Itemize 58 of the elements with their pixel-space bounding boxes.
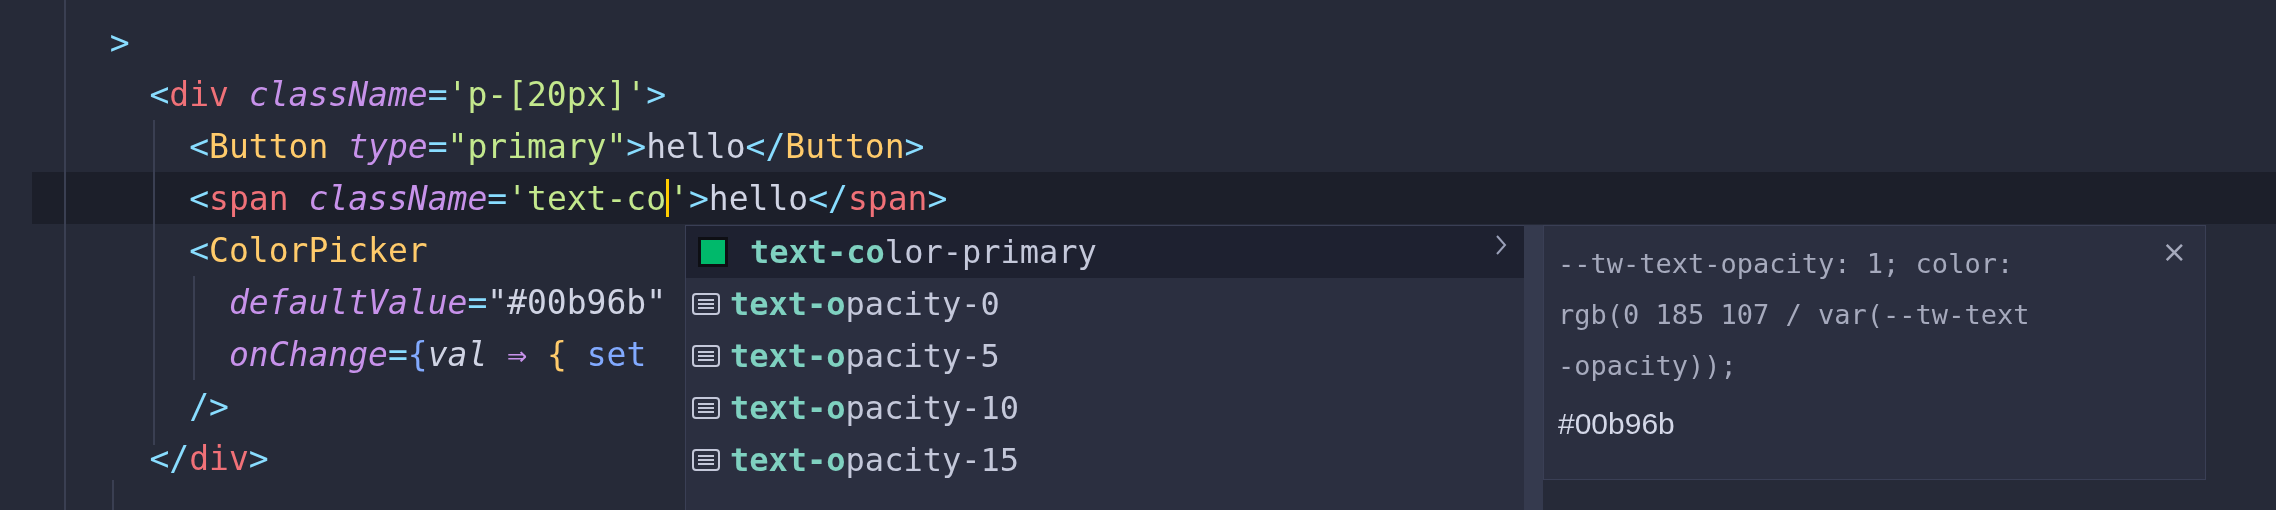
code-token: ColorPicker — [209, 230, 428, 270]
code-token: 'p-[20px]' — [447, 74, 647, 114]
code-token: > — [646, 74, 667, 114]
code-token: Button — [209, 126, 329, 166]
code-token: = — [387, 334, 408, 374]
code-token: < — [189, 230, 210, 270]
code-token: </ — [149, 438, 190, 478]
list-icon — [692, 397, 720, 419]
code-token: > — [109, 22, 130, 62]
code-token: ' — [669, 178, 689, 218]
code-token: div — [189, 438, 249, 478]
code-token: = — [487, 178, 508, 218]
code-token: span — [847, 178, 928, 218]
code-token: < — [149, 74, 170, 114]
list-icon — [692, 293, 720, 315]
code-token: = — [427, 126, 448, 166]
code-token: 'text-co — [507, 178, 667, 218]
code-token: onChange — [228, 334, 388, 374]
suggestion-item[interactable]: text-color-primary — [686, 226, 1525, 278]
css-declaration: --tw-text-opacity: 1; color: rgb(0 185 107 / var(--tw-text-opacity)); — [1558, 247, 2031, 383]
code-token: "#00b96b" — [487, 282, 667, 322]
code-token: > — [626, 126, 647, 166]
color-value: #00b96b — [1558, 407, 1676, 441]
code-token: > — [688, 178, 709, 218]
scrollbar[interactable] — [1524, 225, 1543, 510]
chevron-right-icon[interactable] — [1495, 234, 1507, 256]
list-icon — [692, 345, 720, 367]
code-token: = — [427, 74, 448, 114]
code-token: className — [248, 74, 428, 114]
suggestion-item[interactable]: text-opacity-5 — [686, 330, 1525, 382]
code-token: </ — [745, 126, 786, 166]
code-token: defaultValue — [228, 282, 468, 322]
suggestion-item[interactable]: text-opacity-15 — [686, 434, 1525, 486]
code-token: = — [467, 282, 488, 322]
code-token: /> — [189, 386, 229, 426]
code-token: type — [348, 126, 428, 166]
code-token: set — [586, 334, 647, 374]
code-token: </ — [808, 178, 848, 218]
code-token: span — [209, 178, 289, 218]
code-token: > — [248, 438, 269, 478]
code-token: { — [407, 334, 428, 374]
code-token: Button — [785, 126, 905, 166]
code-token: div — [169, 74, 229, 114]
code-token: "primary" — [447, 126, 627, 166]
code-token: < — [189, 126, 210, 166]
code-token: > — [904, 126, 925, 166]
close-button[interactable]: × — [2161, 234, 2187, 269]
code-token: hello — [708, 178, 809, 218]
suggestion-item[interactable]: text-opacity-0 — [686, 278, 1525, 330]
code-token: className — [308, 178, 488, 218]
code-token: val — [427, 334, 488, 374]
code-token: hello — [646, 126, 746, 166]
code-token: { — [546, 334, 567, 374]
suggestion-item[interactable]: text-opacity-10 — [686, 382, 1525, 434]
code-token: < — [189, 178, 210, 218]
code-token: > — [927, 178, 948, 218]
list-icon — [692, 449, 720, 471]
code-token: ⇒ — [507, 334, 527, 374]
